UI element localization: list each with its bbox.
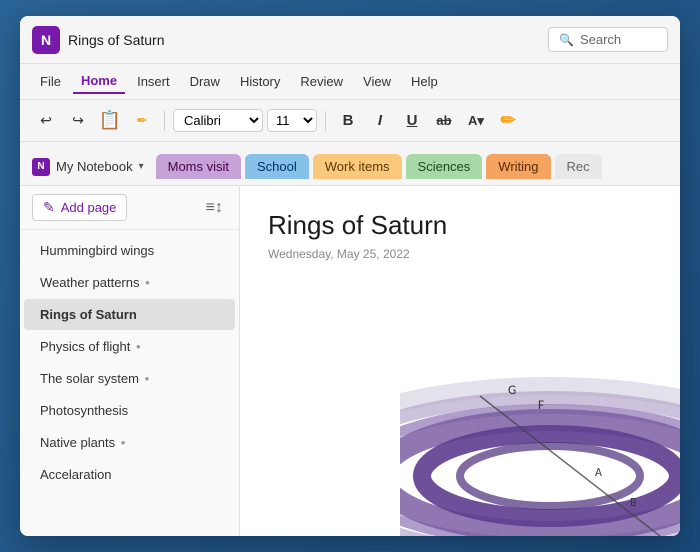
menu-insert[interactable]: Insert: [129, 70, 178, 93]
menu-home[interactable]: Home: [73, 69, 125, 94]
dot: •: [141, 275, 149, 290]
tab-school[interactable]: School: [245, 154, 309, 179]
page-item-native[interactable]: Native plants •: [24, 427, 235, 458]
menu-draw[interactable]: Draw: [182, 70, 228, 93]
add-page-button[interactable]: ✎ Add page: [32, 194, 127, 221]
menu-history[interactable]: History: [232, 70, 288, 93]
page-item-photosynthesis[interactable]: Photosynthesis: [24, 395, 235, 426]
page-list: Hummingbird wings Weather patterns • Rin…: [20, 230, 239, 536]
dot: •: [117, 435, 125, 450]
redo-button[interactable]: ↪: [64, 107, 92, 135]
tab-more[interactable]: Rec: [555, 154, 602, 179]
notebook-selector[interactable]: N My Notebook ▾: [32, 158, 144, 176]
sort-button[interactable]: ≡↕: [202, 195, 227, 221]
chevron-down-icon: ▾: [139, 161, 144, 172]
menu-help[interactable]: Help: [403, 70, 446, 93]
app-window: N Rings of Saturn 🔍 Search File Home Ins…: [20, 16, 680, 536]
search-box[interactable]: 🔍 Search: [548, 27, 668, 52]
note-content[interactable]: Rings of Saturn Wednesday, May 25, 2022: [240, 186, 680, 536]
window-title: Rings of Saturn: [68, 32, 548, 48]
font-family-select[interactable]: Calibri: [173, 109, 263, 132]
dot: •: [132, 339, 140, 354]
sidebar: ✎ Add page ≡↕ Hummingbird wings Weather …: [20, 186, 240, 536]
strikethrough-button[interactable]: ab: [430, 107, 458, 135]
add-page-icon: ✎: [43, 199, 55, 216]
note-date: Wednesday, May 25, 2022: [268, 247, 652, 261]
format-painter-button[interactable]: ✒: [128, 107, 156, 135]
tab-moms[interactable]: Moms visit: [156, 154, 241, 179]
page-item-weather[interactable]: Weather patterns •: [24, 267, 235, 298]
font-size-select[interactable]: 11: [267, 109, 317, 132]
page-item-accel[interactable]: Accelaration: [24, 459, 235, 490]
add-page-label: Add page: [61, 200, 117, 215]
font-color-button[interactable]: A▾: [462, 107, 490, 135]
underline-button[interactable]: U: [398, 107, 426, 135]
menu-file[interactable]: File: [32, 70, 69, 93]
paste-button[interactable]: 📋: [96, 107, 124, 135]
menu-view[interactable]: View: [355, 70, 399, 93]
toolbar: ↩ ↪ 📋 ✒ Calibri 11 B I U ab A▾ ✏: [20, 100, 680, 142]
tabs-row: N My Notebook ▾ Moms visit School Work i…: [20, 142, 680, 186]
notebook-icon: N: [32, 158, 50, 176]
dot: •: [141, 371, 149, 386]
main-content: ✎ Add page ≡↕ Hummingbird wings Weather …: [20, 186, 680, 536]
toolbar-divider-2: [325, 111, 326, 131]
svg-text:A: A: [595, 466, 602, 480]
title-bar: N Rings of Saturn 🔍 Search: [20, 16, 680, 64]
tab-sciences[interactable]: Sciences: [406, 154, 483, 179]
svg-text:F: F: [538, 398, 544, 413]
page-item-physics[interactable]: Physics of flight •: [24, 331, 235, 362]
undo-button[interactable]: ↩: [32, 107, 60, 135]
svg-text:G: G: [508, 383, 516, 398]
page-item-solar[interactable]: The solar system •: [24, 363, 235, 394]
notebook-name: My Notebook: [56, 159, 133, 174]
menu-review[interactable]: Review: [292, 70, 351, 93]
sidebar-header: ✎ Add page ≡↕: [20, 186, 239, 230]
bold-button[interactable]: B: [334, 107, 362, 135]
page-item-rings[interactable]: Rings of Saturn: [24, 299, 235, 330]
saturn-diagram: G F A B: [400, 276, 680, 536]
highlight-button[interactable]: ✏: [494, 107, 522, 135]
note-title: Rings of Saturn: [268, 210, 652, 241]
svg-text:B: B: [630, 496, 637, 510]
tab-writing[interactable]: Writing: [486, 154, 550, 179]
app-logo: N: [32, 26, 60, 54]
search-label: Search: [580, 32, 621, 47]
page-item-hummingbird[interactable]: Hummingbird wings: [24, 235, 235, 266]
menu-bar: File Home Insert Draw History Review Vie…: [20, 64, 680, 100]
tab-work[interactable]: Work items: [313, 154, 402, 179]
italic-button[interactable]: I: [366, 107, 394, 135]
toolbar-divider-1: [164, 111, 165, 131]
search-icon: 🔍: [559, 33, 574, 47]
